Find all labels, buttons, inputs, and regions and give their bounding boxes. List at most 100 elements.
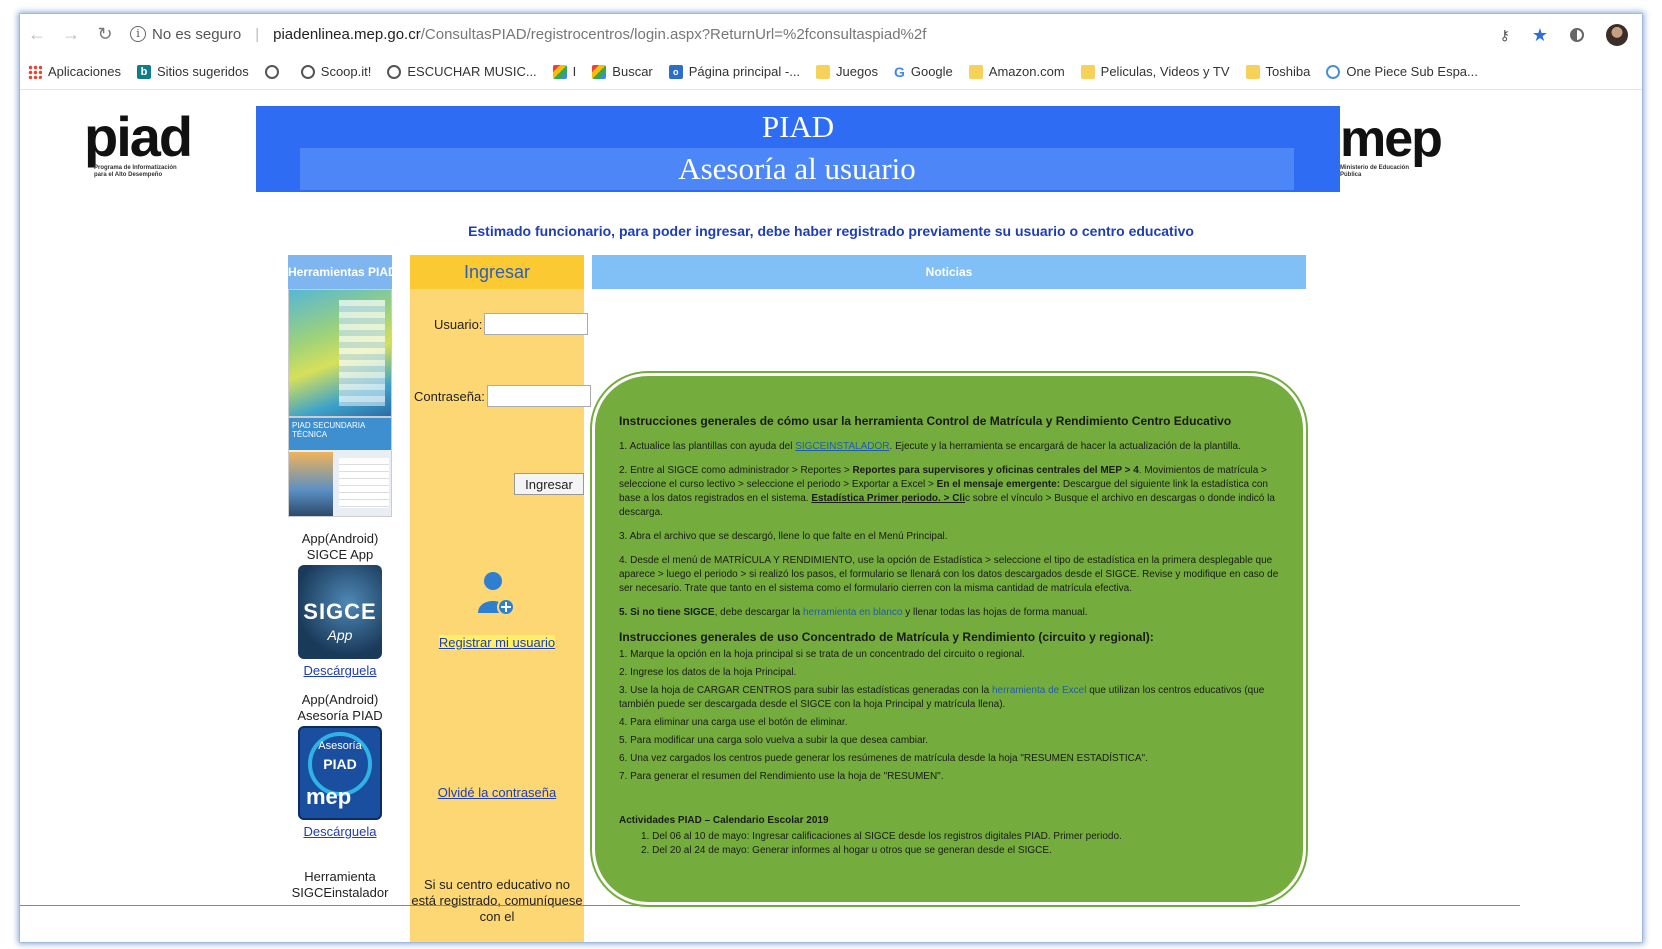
username-input[interactable] (484, 313, 589, 335)
bookmark-item[interactable]: Peliculas, Videos y TV (1080, 64, 1230, 79)
bookmark-label: Amazon.com (988, 64, 1065, 79)
bookmark-item[interactable]: Buscar (592, 64, 653, 79)
bookmark-item[interactable]: ESCUCHAR MUSIC... (387, 64, 537, 79)
key-icon[interactable]: ⚷ (1500, 27, 1510, 44)
news-step-5: 5. Si no tiene SIGCE, debe descargar la … (619, 606, 1281, 620)
page-title: PIAD (761, 109, 835, 144)
page-content: piad Programa de Informatización para el… (20, 91, 1642, 942)
address-bar[interactable]: i No es seguro | piadenlinea.mep.go.cr/C… (130, 26, 926, 43)
concentrado-step-7: 7. Para generar el resumen del Rendimien… (619, 771, 944, 782)
folder-icon (968, 64, 983, 79)
sigceinstalador-link[interactable]: SIGCEINSTALADOR (795, 441, 889, 452)
asesoria-app-icon[interactable]: Asesoría PIAD mep (298, 726, 382, 820)
password-input[interactable] (486, 385, 591, 407)
bookmark-item[interactable]: b Sitios sugeridos (137, 64, 249, 79)
estadistica-link[interactable]: Estadística Primer periodo. > Cli (811, 493, 965, 504)
asesoria-tile-t3: mep (306, 784, 352, 809)
bookmark-item[interactable]: Scoop.it! (300, 64, 372, 79)
add-user-icon[interactable] (476, 569, 516, 617)
password-row: Contraseña: (414, 385, 591, 407)
concentrado-step-1: 1. Marque la opción en la hoja principal… (619, 649, 1025, 660)
students-photo (289, 452, 333, 516)
info-icon[interactable]: i (130, 26, 146, 42)
bookmark-item[interactable]: Toshiba (1245, 64, 1311, 79)
login-notice: Estimado funcionario, para poder ingresa… (468, 223, 1194, 239)
concentrado-step-4: 4. Para eliminar una carga use el botón … (619, 717, 848, 728)
news-step-2: 2. Entre al SIGCE como administrador > R… (619, 464, 1281, 520)
star-icon[interactable]: ★ (1532, 25, 1548, 46)
tools-column: Herramientas PIAD PIAD SECUNDARIA TÉCNIC… (288, 255, 392, 901)
reload-icon[interactable]: ↻ (88, 24, 122, 45)
login-heading: Ingresar (410, 255, 584, 289)
bookmark-item[interactable]: Aplicaciones (28, 64, 121, 79)
form-preview (339, 458, 389, 508)
news-title-1: Instrucciones generales de cómo usar la … (619, 414, 1232, 428)
activity-item-1: 1. Del 06 al 10 de mayo: Ingresar califi… (641, 831, 1122, 842)
bookmark-item[interactable]: I (552, 64, 576, 79)
concentrado-step-3: 3. Use la hoja de CARGAR CENTROS para su… (619, 684, 1281, 712)
secundaria-tecnica-image[interactable]: PIAD SECUNDARIA TÉCNICA (288, 417, 392, 517)
password-label: Contraseña: (414, 388, 485, 404)
mep-logo-text: mep (1340, 110, 1443, 168)
mep-logo: mep Ministerio de Educación Pública (1340, 113, 1450, 179)
url-path: /ConsultasPIAD/registrocentros/login.asp… (420, 25, 927, 43)
step5-c: y llenar todas las hojas de forma manual… (902, 607, 1088, 618)
bookmark-item[interactable]: Amazon.com (968, 64, 1065, 79)
step1-post: . Ejecute y la herramienta se encargará … (889, 441, 1241, 452)
secundaria-banner-text: PIAD SECUNDARIA TÉCNICA (289, 418, 391, 450)
herramienta-blanco-link[interactable]: herramienta en blanco (803, 607, 903, 618)
forward-icon[interactable]: → (54, 24, 88, 45)
app1-download-link[interactable]: Descárguela (288, 663, 392, 678)
register-link-text[interactable]: Registrar mi usuario (438, 635, 556, 650)
globe-icon (387, 64, 402, 79)
horizontal-rule (20, 905, 1520, 906)
concentrado-steps: 1. Marque la opción en la hoja principal… (619, 648, 1281, 784)
app2-label: App(Android) Asesoría PIAD (297, 692, 383, 723)
activities-title: Actividades PIAD – Calendario Escolar 20… (619, 815, 829, 826)
bookmark-item[interactable]: G Google (894, 64, 953, 80)
security-label: No es seguro (152, 25, 242, 43)
tools-heading: Herramientas PIAD (288, 255, 392, 289)
sigce-tile-sub: App (327, 627, 353, 643)
bookmark-item[interactable]: One Piece Sub Espa... (1326, 64, 1478, 79)
username-label: Usuario: (434, 316, 483, 332)
piad-logo-text: piad (84, 105, 193, 168)
step5-b: , debe descargar la (714, 607, 803, 618)
bookmark-label: One Piece Sub Espa... (1346, 64, 1478, 79)
bookmark-label: Toshiba (1265, 64, 1311, 79)
concentrado-step-6: 6. Una vez cargados los centros puede ge… (619, 753, 1148, 764)
bookmark-item[interactable]: o Página principal -... (668, 64, 800, 79)
bookmark-item[interactable]: Juegos (816, 64, 878, 79)
step1-text: 1. Actualice las plantillas con ayuda de… (619, 441, 796, 452)
herramienta-excel-link[interactable]: herramienta de Excel (992, 685, 1087, 696)
extension-icon[interactable] (1570, 28, 1584, 42)
header-banner: PIAD Asesoría al usuario (256, 106, 1340, 192)
news-title-2: Instrucciones generales de uso Concentra… (619, 630, 1154, 644)
app2-download-link[interactable]: Descárguela (288, 824, 392, 839)
circle-icon (1326, 64, 1341, 79)
url-text[interactable]: piadenlinea.mep.go.cr/ConsultasPIAD/regi… (273, 26, 926, 43)
apps-icon (28, 64, 42, 79)
tool-screenshot-image[interactable] (288, 289, 392, 417)
register-link[interactable]: Registrar mi usuario (410, 635, 584, 650)
folder-icon (816, 64, 831, 79)
step2-d: En el mensaje emergente: (936, 479, 1061, 490)
bookmark-item[interactable] (264, 64, 285, 79)
piad-logo-subtitle: Programa de Informatización para el Alto… (94, 165, 177, 178)
news-step-3: 3. Abra el archivo que se descargó, llen… (619, 531, 948, 542)
bookmark-label: Peliculas, Videos y TV (1100, 64, 1230, 79)
bookmark-label: Aplicaciones (48, 64, 121, 79)
forgot-password-link[interactable]: Olvidé la contraseña (410, 785, 584, 800)
news-box: Instrucciones generales de cómo usar la … (592, 373, 1306, 905)
bookmark-label: Scoop.it! (320, 64, 372, 79)
omnibar-actions: ⚷ ★ (1500, 24, 1628, 46)
sigce-app-icon[interactable]: SIGCE App (298, 565, 382, 659)
login-button[interactable]: Ingresar (514, 473, 584, 495)
outlook-icon: o (668, 64, 683, 79)
back-icon[interactable]: ← (20, 24, 54, 45)
asesoria-tile-t1: Asesoría (318, 740, 362, 752)
tool3-label: Herramienta SIGCEinstalador (291, 869, 389, 900)
profile-avatar[interactable] (1606, 24, 1628, 46)
folder-icon (1080, 64, 1095, 79)
bookmark-label: Buscar (612, 64, 653, 79)
